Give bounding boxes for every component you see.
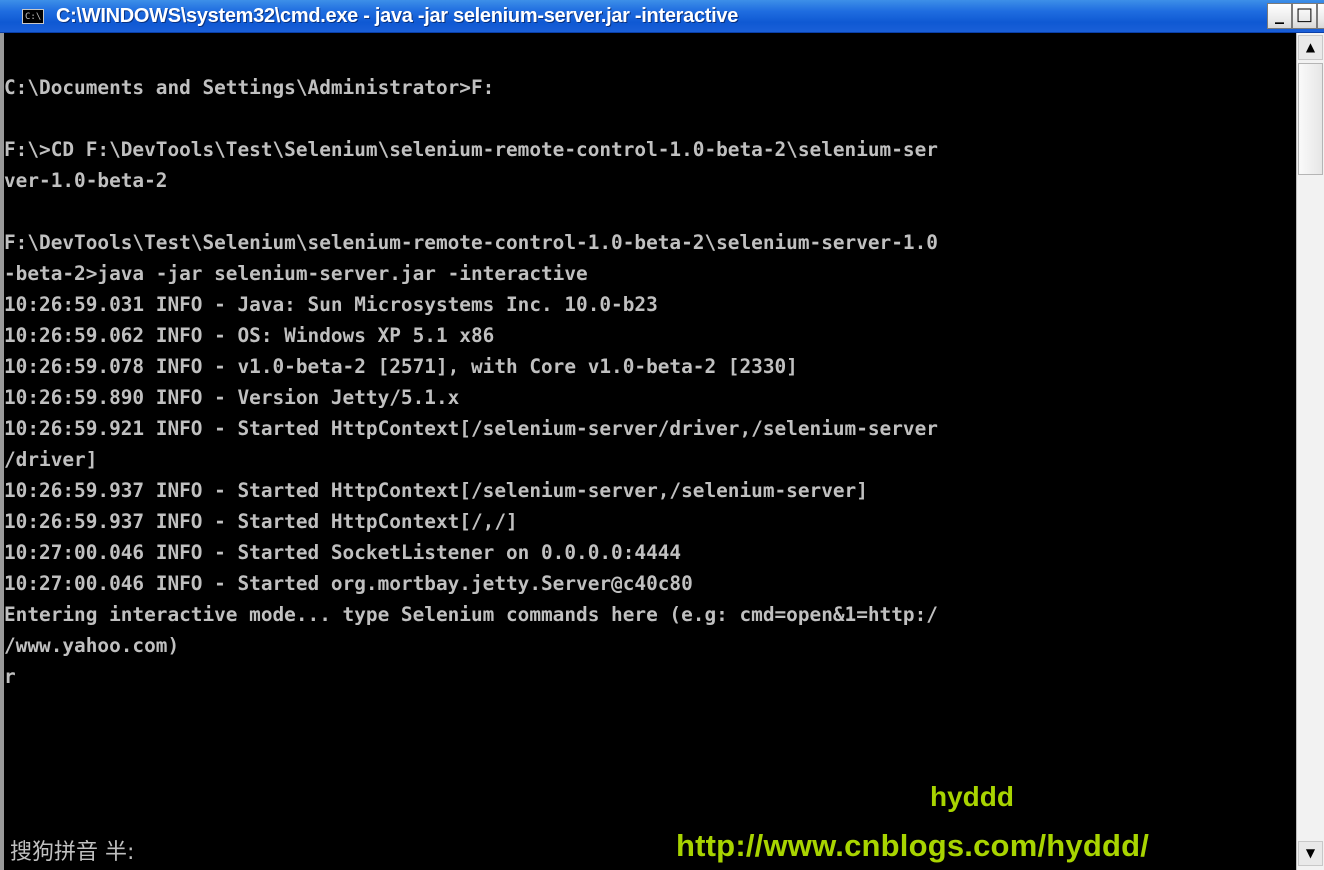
console-output[interactable]: C:\Documents and Settings\Administrator>… — [4, 72, 1296, 870]
minimize-button[interactable]: _ — [1267, 3, 1292, 29]
cmd-window: C:\ C:\WINDOWS\system32\cmd.exe - java -… — [0, 0, 1324, 870]
cmd-app-icon[interactable]: C:\ — [22, 9, 44, 24]
console-line: 10:26:59.078 INFO - v1.0-beta-2 [2571], … — [4, 355, 798, 378]
close-button[interactable]: × — [1317, 3, 1324, 29]
console-line: 10:26:59.921 INFO - Started HttpContext[… — [4, 417, 938, 440]
window-title: C:\WINDOWS\system32\cmd.exe - java -jar … — [56, 5, 739, 27]
maximize-button[interactable]: □ — [1292, 3, 1317, 29]
console-line: 10:26:59.890 INFO - Version Jetty/5.1.x — [4, 386, 460, 409]
scroll-up-button[interactable]: ▲ — [1298, 35, 1323, 60]
console-line: ver-1.0-beta-2 — [4, 169, 168, 192]
console-line: Entering interactive mode... type Seleni… — [4, 603, 938, 626]
vertical-scrollbar[interactable]: ▲ ▼ — [1296, 33, 1324, 870]
console-line: C:\Documents and Settings\Administrator>… — [4, 76, 495, 99]
console-line: 10:26:59.062 INFO - OS: Windows XP 5.1 x… — [4, 324, 495, 347]
console-line: 10:26:59.937 INFO - Started HttpContext[… — [4, 510, 518, 533]
minimize-icon: _ — [1275, 4, 1284, 25]
title-bar[interactable]: C:\ C:\WINDOWS\system32\cmd.exe - java -… — [0, 0, 1324, 33]
console-line: 10:26:59.937 INFO - Started HttpContext[… — [4, 479, 868, 502]
console-line: F:\>CD F:\DevTools\Test\Selenium\seleniu… — [4, 138, 938, 161]
scroll-down-button[interactable]: ▼ — [1298, 841, 1323, 866]
ime-status-indicator: 搜狗拼音 半: — [10, 840, 135, 865]
console-line: -beta-2>java -jar selenium-server.jar -i… — [4, 262, 588, 285]
maximize-icon: □ — [1295, 4, 1313, 25]
close-icon: × — [1318, 4, 1324, 26]
watermark-url: http://www.cnblogs.com/hyddd/ — [676, 828, 1150, 863]
console-line: F:\DevTools\Test\Selenium\selenium-remot… — [4, 231, 938, 254]
arrow-down-icon: ▼ — [1305, 846, 1316, 860]
watermark-author: hyddd — [930, 781, 1014, 812]
arrow-up-icon: ▲ — [1305, 40, 1316, 54]
console-line: /driver] — [4, 448, 98, 471]
console-line: 10:26:59.031 INFO - Java: Sun Microsyste… — [4, 293, 658, 316]
console-line: 10:27:00.046 INFO - Started org.mortbay.… — [4, 572, 693, 595]
console-input-line[interactable]: r — [4, 661, 16, 692]
scrollbar-thumb[interactable] — [1298, 63, 1323, 175]
console-line: /www.yahoo.com) — [4, 634, 180, 657]
console-line: 10:27:00.046 INFO - Started SocketListen… — [4, 541, 682, 564]
